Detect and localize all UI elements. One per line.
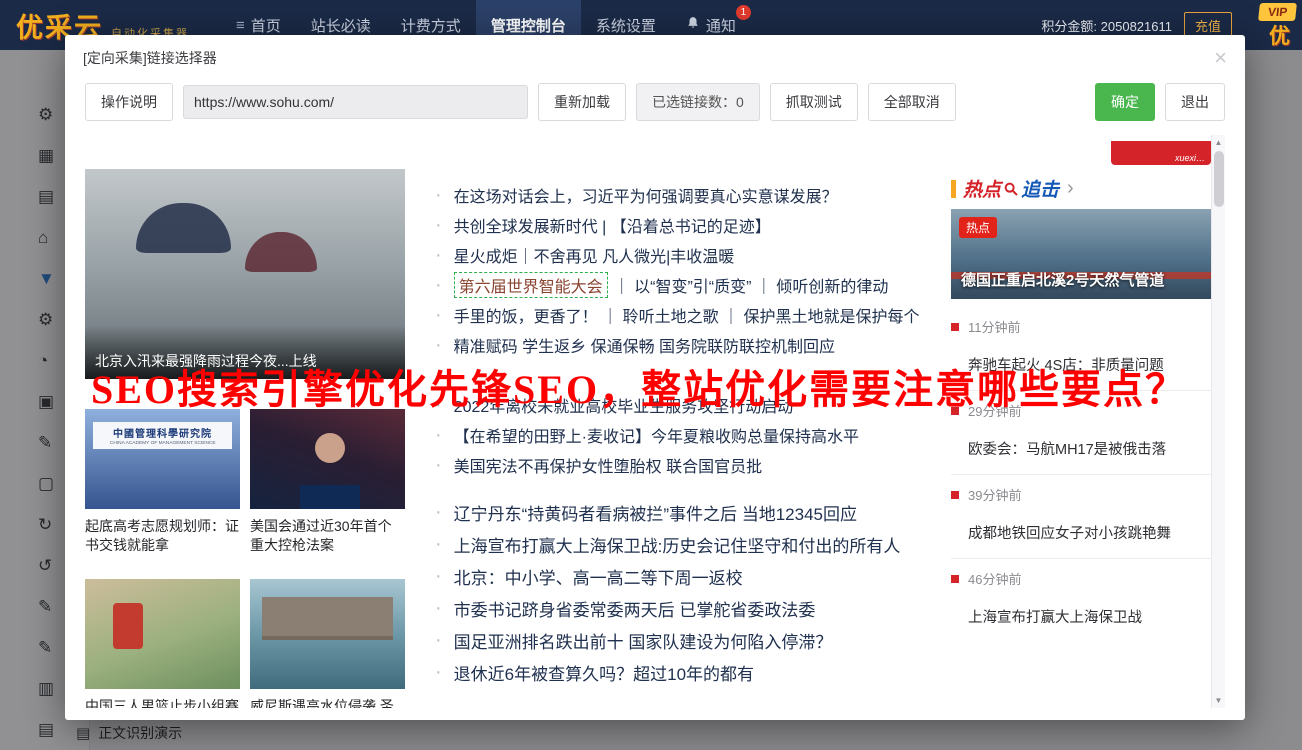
news-photo-academy: 中國管理科學研究院 CHINA ACADEMY OF MANAGEMENT SC… (85, 409, 240, 509)
news-card-academy[interactable]: 中國管理科學研究院 CHINA ACADEMY OF MANAGEMENT SC… (85, 409, 240, 555)
building-sign: 中國管理科學研究院 CHINA ACADEMY OF MANAGEMENT SC… (93, 422, 233, 449)
headline-link[interactable]: 【在希望的田野上·麦收记】今年夏粮收购总量保持高水平 (435, 420, 965, 450)
headline-link[interactable]: 北京：中小学、高一高二等下周一返校 (435, 560, 965, 592)
news-timestamp: 11分钟前 (951, 317, 1211, 336)
scroll-down-icon[interactable]: ▼ (1212, 696, 1225, 705)
vip-badge[interactable]: VIP (1258, 3, 1297, 21)
headline-rest: ｜ 以“智变”引“质变” ｜ 倾听创新的律动 (614, 273, 889, 297)
news-photo-speech (250, 409, 405, 509)
corner-logo-mark: 优 (1269, 20, 1290, 50)
news-left-column: 北京入汛来最强降雨过程今夜...上线 中國管理科學研究院 CHINA ACADE… (85, 169, 405, 708)
reload-button[interactable]: 重新加载 (538, 83, 626, 121)
dialog-header: [定向采集]链接选择器 × (65, 35, 1245, 73)
feature-caption: 德国正重启北溪2号天然气管道 (961, 269, 1164, 290)
news-card-row: 中国三人男篮止步小组赛 威尼斯遇高水位侵袭 圣 (85, 579, 405, 708)
grab-test-button[interactable]: 抓取测试 (770, 83, 858, 121)
magnifier-icon (1003, 181, 1019, 197)
url-input[interactable] (183, 85, 528, 119)
selected-links-count: 已选链接数：0 (636, 83, 760, 121)
news-photo-basketball (85, 579, 240, 689)
hot-section-header[interactable]: 热点 追击 › (951, 175, 1074, 202)
headline-link[interactable]: 共创全球发展新时代 | 【沿着总书记的足迹】 (435, 210, 965, 240)
exit-button[interactable]: 退出 (1165, 83, 1225, 121)
news-photo-rain[interactable]: 北京入汛来最强降雨过程今夜...上线 (85, 169, 405, 379)
hot-badge: 热点 (959, 217, 997, 238)
card-caption: 中国三人男篮止步小组赛 (85, 697, 240, 708)
card-caption: 起底高考志愿规划师：证书交钱就能拿 (85, 517, 240, 555)
scroll-up-icon[interactable]: ▲ (1212, 138, 1225, 147)
seo-watermark-text: SEO搜索引擎优化先锋SEO，整站优化需要注意哪些要点？ (91, 357, 1187, 415)
headline-link[interactable]: 美国宪法不再保护女性堕胎权 联合国官员批 (435, 450, 965, 480)
bell-icon (686, 16, 700, 34)
news-timestamp: 39分钟前 (951, 485, 1211, 504)
hot-news-item[interactable]: 46分钟前 上海宣布打赢大上海保卫战 (951, 559, 1211, 642)
dialog-title: [定向采集]链接选择器 (83, 48, 217, 68)
news-photo-venice (250, 579, 405, 689)
dialog-toolbar: 操作说明 重新加载 已选链接数：0 抓取测试 全部取消 确定 退出 (65, 73, 1245, 135)
hot-news-item[interactable]: 39分钟前 成都地铁回应女子对小孩跳艳舞 (951, 475, 1211, 559)
news-card-basketball[interactable]: 中国三人男篮止步小组赛 (85, 579, 240, 708)
yellow-bar-icon (951, 180, 956, 198)
hot-title: 热点 (963, 175, 1001, 202)
headline-list-secondary: 辽宁丹东“持黄码者看病被拦”事件之后 当地12345回应 上海宣布打赢大上海保卫… (435, 496, 965, 688)
news-card-congress[interactable]: 美国会通过近30年首个重大控枪法案 (250, 409, 405, 555)
hot-feature-card[interactable]: 热点 德国正重启北溪2号天然气管道 (951, 209, 1211, 299)
nav-notifications-label: 通知 (706, 15, 736, 36)
nav-home-label: 首页 (251, 15, 281, 36)
selected-link-highlight[interactable]: 第六届世界智能大会 (454, 272, 608, 298)
scrollbar-thumb[interactable] (1214, 151, 1224, 207)
headline-link[interactable]: 星火成炬｜不舍再见 凡人微光|丰收温暖 (435, 240, 965, 270)
help-button[interactable]: 操作说明 (85, 83, 173, 121)
headline-link[interactable]: 在这场对话会上，习近平为何强调要真心实意谋发展？ (435, 180, 965, 210)
link-selector-dialog: [定向采集]链接选择器 × 操作说明 重新加载 已选链接数：0 抓取测试 全部取… (65, 35, 1245, 720)
headline-link[interactable]: 辽宁丹东“持黄码者看病被拦”事件之后 当地12345回应 (435, 496, 965, 528)
close-icon[interactable]: × (1214, 47, 1227, 69)
chase-title: 追击 (1021, 175, 1059, 202)
headline-link[interactable]: 精准赋码 学生返乡 保通保畅 国务院联防联控机制回应 (435, 330, 965, 360)
news-card-row: 中國管理科學研究院 CHINA ACADEMY OF MANAGEMENT SC… (85, 409, 405, 555)
dialog-content: 北京入汛来最强降雨过程今夜...上线 中國管理科學研究院 CHINA ACADE… (85, 135, 1225, 708)
news-title: 上海宣布打赢大上海保卫战 (968, 606, 1211, 627)
ad-banner-text: xuexi… (1175, 153, 1205, 163)
vertical-scrollbar[interactable]: ▲ ▼ (1211, 135, 1225, 708)
news-title: 欧委会：马航MH17是被俄击落 (968, 438, 1211, 459)
sign-text: 中國管理科學研究院 (95, 425, 231, 440)
headline-list: 在这场对话会上，习近平为何强调要真心实意谋发展？ 共创全球发展新时代 | 【沿着… (435, 180, 965, 480)
menu-icon: ≡ (236, 17, 245, 34)
credit-balance: 积分金额: 2050821611 (1041, 16, 1172, 35)
news-headline-column: 在这场对话会上，习近平为何强调要真心实意谋发展？ 共创全球发展新时代 | 【沿着… (435, 180, 965, 688)
headline-link[interactable]: 上海宣布打赢大上海保卫战:历史会记住坚守和付出的所有人 (435, 528, 965, 560)
sign-text-en: CHINA ACADEMY OF MANAGEMENT SCIENCE (108, 441, 216, 446)
news-title: 成都地铁回应女子对小孩跳艳舞 (968, 522, 1211, 543)
confirm-button[interactable]: 确定 (1095, 83, 1155, 121)
ad-banner[interactable]: xuexi… (1111, 141, 1211, 165)
notification-badge: 1 (736, 5, 751, 20)
headline-link[interactable]: 退休近6年被查算久吗？超过10年的都有 (435, 656, 965, 688)
headline-link[interactable]: 第六届世界智能大会｜ 以“智变”引“质变” ｜ 倾听创新的律动 (435, 270, 965, 300)
card-caption: 威尼斯遇高水位侵袭 圣 (250, 697, 405, 708)
headline-link[interactable]: 市委书记跻身省委常委两天后 已掌舵省委政法委 (435, 592, 965, 624)
headline-link[interactable]: 手里的饭，更香了！ ｜ 聆听土地之歌 ｜ 保护黑土地就是保护每个 (435, 300, 965, 330)
news-timestamp: 46分钟前 (951, 569, 1211, 588)
cancel-all-button[interactable]: 全部取消 (868, 83, 956, 121)
embedded-webpage: 北京入汛来最强降雨过程今夜...上线 中國管理科學研究院 CHINA ACADE… (85, 135, 1211, 708)
headline-link[interactable]: 国足亚洲排名跌出前十 国家队建设为何陷入停滞？ (435, 624, 965, 656)
news-card-venice[interactable]: 威尼斯遇高水位侵袭 圣 (250, 579, 405, 708)
card-caption: 美国会通过近30年首个重大控枪法案 (250, 517, 405, 555)
chevron-right-icon: › (1067, 177, 1074, 200)
